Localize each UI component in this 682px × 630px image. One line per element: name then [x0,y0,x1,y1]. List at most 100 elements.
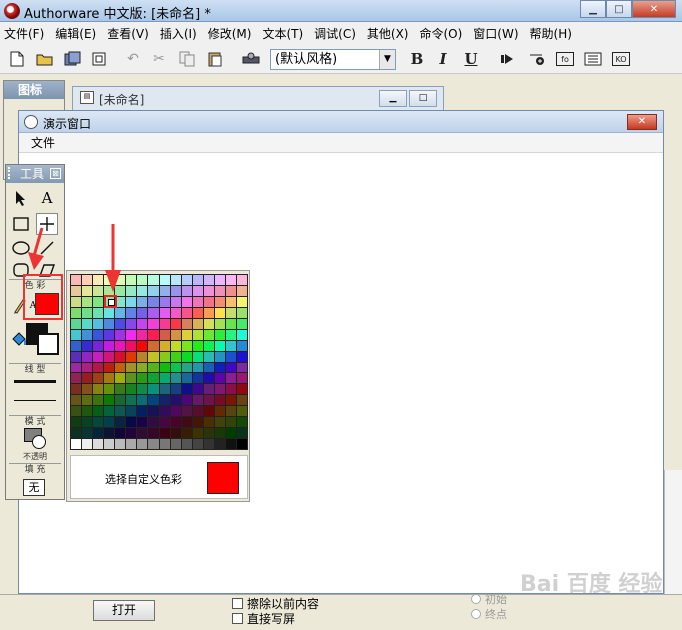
palette-color-cell[interactable] [93,373,104,384]
palette-color-cell[interactable] [214,395,225,406]
palette-color-cell[interactable] [203,340,214,351]
palette-color-cell[interactable] [148,318,159,329]
palette-color-cell[interactable] [225,351,236,362]
palette-color-cell[interactable] [104,439,115,449]
radio-dot[interactable] [471,594,481,604]
import-icon[interactable] [90,50,108,68]
palette-color-cell[interactable] [148,428,159,439]
palette-color-cell[interactable] [137,275,148,285]
palette-color-cell[interactable] [104,307,115,318]
palette-color-cell[interactable] [192,296,203,307]
palette-color-cell[interactable] [159,275,170,285]
palette-color-cell[interactable] [192,307,203,318]
menu-modify[interactable]: 修改(M) [208,25,252,42]
checkbox-box[interactable] [232,598,243,609]
line-style-thin[interactable] [14,400,56,401]
minimize-button[interactable]: ▁ [580,0,606,18]
checkbox-box[interactable] [232,613,243,624]
palette-color-cell[interactable] [137,307,148,318]
palette-color-cell[interactable] [126,384,137,395]
palette-color-cell[interactable] [214,275,225,285]
palette-color-cell[interactable] [137,340,148,351]
palette-color-cell[interactable] [192,395,203,406]
palette-color-cell[interactable] [236,439,247,449]
palette-color-cell[interactable] [71,417,82,428]
palette-color-cell[interactable] [203,285,214,296]
style-select[interactable]: (默认风格) ▼ [270,49,396,70]
palette-color-cell[interactable] [225,406,236,417]
palette-color-cell[interactable] [236,329,247,340]
palette-color-cell[interactable] [104,428,115,439]
palette-color-cell[interactable] [192,384,203,395]
palette-color-cell[interactable] [115,307,126,318]
palette-color-cell[interactable] [93,340,104,351]
palette-color-cell[interactable] [170,275,181,285]
palette-color-cell[interactable] [148,307,159,318]
palette-color-cell[interactable] [71,351,82,362]
bold-button[interactable]: B [408,50,426,68]
palette-color-cell[interactable] [214,329,225,340]
palette-color-cell[interactable] [181,417,192,428]
chevron-down-icon[interactable]: ▼ [379,50,395,69]
palette-color-cell[interactable] [181,318,192,329]
palette-color-cell[interactable] [236,417,247,428]
palette-color-cell[interactable] [82,428,93,439]
palette-color-cell[interactable] [181,329,192,340]
palette-color-cell[interactable] [71,318,82,329]
palette-color-cell[interactable] [82,417,93,428]
palette-color-cell[interactable] [148,285,159,296]
palette-color-cell[interactable] [137,395,148,406]
palette-color-cell[interactable] [214,340,225,351]
palette-color-cell[interactable] [71,275,82,285]
palette-color-cell[interactable] [126,373,137,384]
palette-color-cell[interactable] [137,406,148,417]
palette-color-cell[interactable] [93,428,104,439]
palette-color-cell[interactable] [71,362,82,373]
palette-color-cell[interactable] [82,351,93,362]
palette-color-cell[interactable] [236,406,247,417]
new-file-icon[interactable] [8,50,26,68]
palette-color-cell[interactable] [93,318,104,329]
palette-color-cell[interactable] [170,428,181,439]
functions-button[interactable]: fo [556,50,574,68]
palette-color-cell[interactable] [159,428,170,439]
palette-color-cell[interactable] [225,275,236,285]
palette-color-cell[interactable] [93,296,104,307]
palette-color-cell[interactable] [148,395,159,406]
palette-color-cell[interactable] [225,384,236,395]
palette-color-cell[interactable] [214,417,225,428]
palette-color-cell[interactable] [225,362,236,373]
palette-color-cell[interactable] [71,285,82,296]
palette-color-cell[interactable] [203,351,214,362]
palette-color-cell[interactable] [126,340,137,351]
palette-color-cell[interactable] [126,296,137,307]
palette-color-cell[interactable] [225,428,236,439]
radio-dot[interactable] [471,609,481,619]
palette-color-cell[interactable] [126,285,137,296]
palette-color-cell[interactable] [181,285,192,296]
palette-color-cell[interactable] [82,318,93,329]
palette-color-cell[interactable] [159,384,170,395]
palette-color-cell[interactable] [115,406,126,417]
palette-color-cell[interactable] [192,329,203,340]
palette-color-cell[interactable] [71,296,82,307]
palette-color-cell[interactable] [148,417,159,428]
palette-color-cell[interactable] [115,318,126,329]
palette-color-cell[interactable] [203,384,214,395]
palette-color-cell[interactable] [115,384,126,395]
palette-color-cell[interactable] [159,417,170,428]
palette-color-cell[interactable] [159,307,170,318]
palette-color-cell[interactable] [82,384,93,395]
palette-color-cell[interactable] [170,439,181,449]
palette-color-cell[interactable] [159,373,170,384]
palette-color-cell[interactable] [93,439,104,449]
text-tool-icon[interactable]: A [36,187,58,209]
custom-color-row[interactable]: 选择自定义色彩 [70,455,248,499]
palette-color-cell[interactable] [104,318,115,329]
palette-color-cell[interactable] [148,296,159,307]
palette-color-cell[interactable] [170,329,181,340]
palette-color-cell[interactable] [203,275,214,285]
palette-color-cell[interactable] [214,373,225,384]
palette-color-cell[interactable] [236,285,247,296]
palette-color-cell[interactable] [82,285,93,296]
